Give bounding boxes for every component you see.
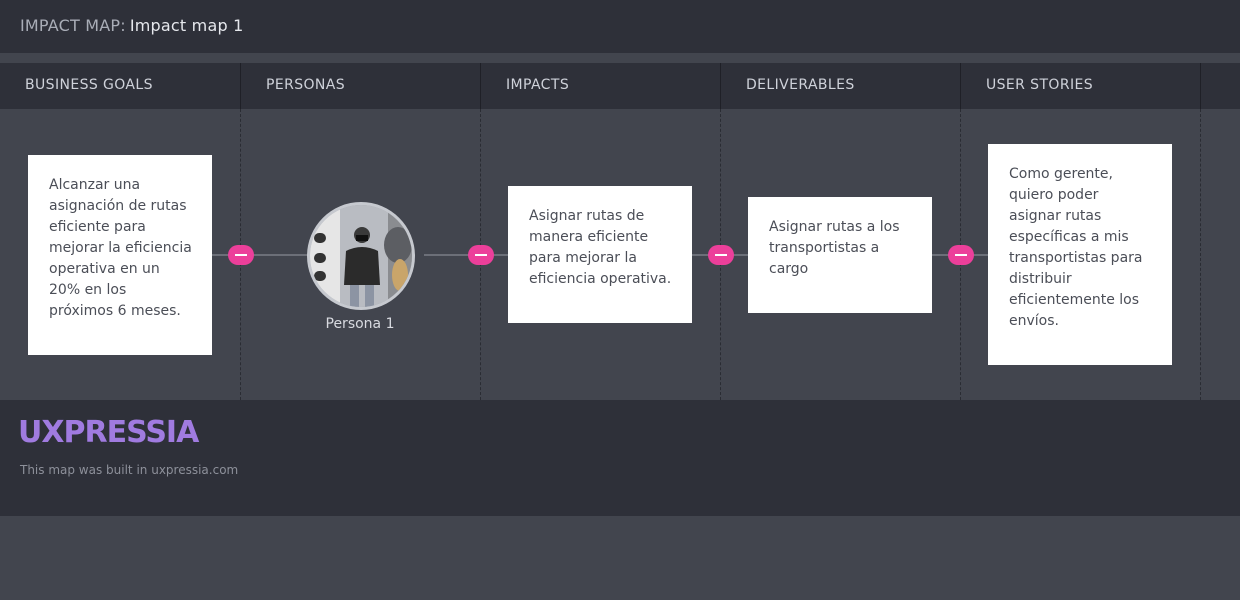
column-separator (960, 63, 961, 109)
minus-icon (955, 254, 967, 256)
uxpressia-logo[interactable]: UXPRESSIA (18, 415, 199, 450)
column-header-deliverables[interactable]: DELIVERABLES (746, 63, 855, 109)
user-story-card[interactable]: Como gerente, quiero poder asignar rutas… (988, 144, 1172, 365)
collapse-button[interactable] (708, 245, 734, 265)
column-separator (480, 63, 481, 109)
column-separator (240, 63, 241, 109)
built-with-text: This map was built in uxpressia.com (20, 463, 239, 477)
column-divider (1200, 109, 1201, 400)
deliverable-text: Asignar rutas a los transportistas a car… (769, 219, 900, 277)
collapse-button[interactable] (468, 245, 494, 265)
minus-icon (235, 254, 247, 256)
impact-map-board: Alcanzar una asignación de rutas eficien… (0, 109, 1240, 400)
impact-card[interactable]: Asignar rutas de manera eficiente para m… (508, 186, 692, 323)
column-header-user-stories[interactable]: USER STORIES (986, 63, 1093, 109)
column-header-impacts[interactable]: IMPACTS (506, 63, 569, 109)
column-header-row: BUSINESS GOALS PERSONAS IMPACTS DELIVERA… (0, 63, 1240, 109)
footer: UXPRESSIA This map was built in uxpressi… (0, 400, 1240, 516)
collapse-button[interactable] (228, 245, 254, 265)
divider-strip (0, 53, 1240, 63)
business-goal-text: Alcanzar una asignación de rutas eficien… (49, 177, 192, 319)
column-separator (720, 63, 721, 109)
collapse-button[interactable] (948, 245, 974, 265)
map-title: IMPACT MAP: Impact map 1 (20, 16, 243, 35)
minus-icon (475, 254, 487, 256)
map-title-name[interactable]: Impact map 1 (130, 16, 244, 35)
impact-text: Asignar rutas de manera eficiente para m… (529, 208, 672, 287)
top-bar: IMPACT MAP: Impact map 1 (0, 0, 1240, 53)
connector-line (424, 254, 508, 256)
column-header-personas[interactable]: PERSONAS (266, 63, 345, 109)
minus-icon (715, 254, 727, 256)
persona-name[interactable]: Persona 1 (300, 316, 420, 332)
map-title-prefix: IMPACT MAP: (20, 16, 126, 35)
column-separator (1200, 63, 1201, 109)
business-goal-card[interactable]: Alcanzar una asignación de rutas eficien… (28, 155, 212, 355)
deliverable-card[interactable]: Asignar rutas a los transportistas a car… (748, 197, 932, 313)
column-header-business-goals[interactable]: BUSINESS GOALS (25, 63, 153, 109)
persona-avatar[interactable] (307, 202, 415, 310)
connector-line (212, 254, 307, 256)
person-photo-icon (310, 205, 412, 307)
user-story-text: Como gerente, quiero poder asignar rutas… (1009, 166, 1143, 329)
